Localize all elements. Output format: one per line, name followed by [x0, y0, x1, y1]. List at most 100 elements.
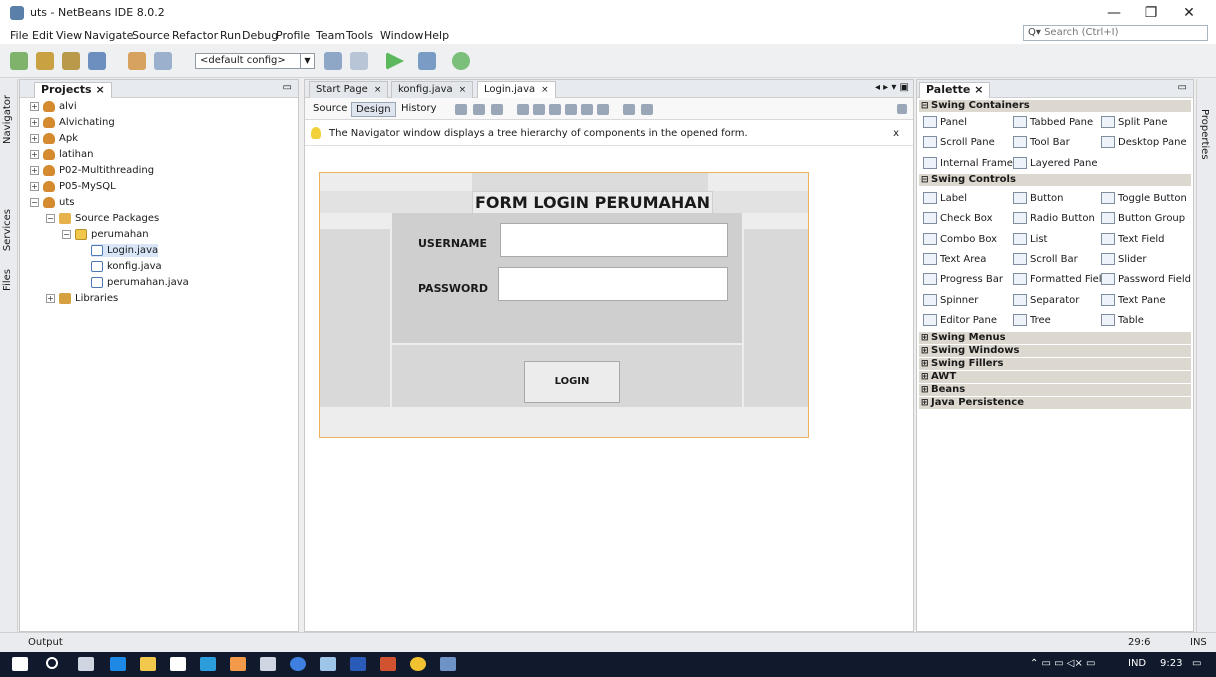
tree-node-konfig-java[interactable]: konfig.java [91, 260, 162, 273]
tab-projects[interactable]: Projects × [34, 82, 112, 98]
run-icon[interactable] [386, 52, 404, 70]
password-field[interactable] [498, 267, 728, 301]
category-swing-fillers[interactable]: Swing Fillers [919, 358, 1191, 370]
category-swing-windows[interactable]: Swing Windows [919, 345, 1191, 357]
menu-run[interactable]: Run [220, 29, 241, 42]
password-label[interactable]: PASSWORD [418, 282, 488, 295]
palette-item-button-group[interactable]: Button Group [1101, 212, 1185, 224]
tree-node-apk[interactable]: + Apk [30, 132, 78, 145]
menu-help[interactable]: Help [424, 29, 449, 42]
palette-item-label[interactable]: Label [923, 192, 967, 204]
edge-icon[interactable] [110, 657, 126, 671]
menu-window[interactable]: Window [380, 29, 423, 42]
tree-node-perumahan-java[interactable]: perumahan.java [91, 276, 189, 289]
category-swing-menus[interactable]: Swing Menus [919, 332, 1191, 344]
search-icon[interactable] [46, 657, 58, 669]
palette-item-list[interactable]: List [1013, 233, 1047, 245]
tab-login-java[interactable]: Login.java × [477, 81, 556, 98]
palette-item-combo-box[interactable]: Combo Box [923, 233, 997, 245]
palette-item-text-field[interactable]: Text Field [1101, 233, 1164, 245]
new-file-icon[interactable] [10, 52, 28, 70]
tab-palette[interactable]: Palette × [919, 82, 991, 98]
tab-properties[interactable]: Properties [1199, 109, 1210, 160]
file-explorer-icon[interactable] [140, 657, 156, 671]
save-all-icon[interactable] [88, 52, 106, 70]
palette-item-formatted-field[interactable]: Formatted Field [1013, 273, 1108, 285]
notes-icon[interactable] [260, 657, 276, 671]
netbeans-taskbar-icon[interactable] [440, 657, 456, 671]
connection-mode-icon[interactable] [473, 104, 485, 115]
login-button[interactable]: LOGIN [524, 361, 620, 403]
align-baseline-icon[interactable] [597, 104, 609, 115]
palette-item-tree[interactable]: Tree [1013, 314, 1051, 326]
palette-item-tool-bar[interactable]: Tool Bar [1013, 136, 1070, 148]
tray-icons[interactable]: ⌃ ▭ ▭ ◁× ▭ [1030, 658, 1096, 669]
align-bottom-icon[interactable] [581, 104, 593, 115]
west-panel[interactable] [320, 229, 390, 407]
category-swing-controls[interactable]: Swing Controls [919, 174, 1191, 186]
redo-icon[interactable] [154, 52, 172, 70]
minimize-icon[interactable]: ▭ [1178, 82, 1187, 93]
palette-item-split-pane[interactable]: Split Pane [1101, 116, 1168, 128]
tree-node-login-java[interactable]: Login.java [91, 244, 159, 257]
notification-icon[interactable]: ▭ [1192, 658, 1201, 669]
palette-item-desktop-pane[interactable]: Desktop Pane [1101, 136, 1187, 148]
design-view-button[interactable]: Design [351, 102, 396, 117]
menu-team[interactable]: Team [316, 29, 345, 42]
palette-item-scroll-bar[interactable]: Scroll Bar [1013, 253, 1078, 265]
menu-profile[interactable]: Profile [276, 29, 310, 42]
build-icon[interactable] [350, 52, 368, 70]
palette-item-scroll-pane[interactable]: Scroll Pane [923, 136, 995, 148]
category-beans[interactable]: Beans [919, 384, 1191, 396]
tab-files[interactable]: Files [2, 269, 13, 291]
language-indicator[interactable]: IND [1128, 658, 1146, 669]
output-tab[interactable]: Output [28, 637, 63, 648]
profile-icon[interactable] [452, 52, 470, 70]
menu-edit[interactable]: Edit [32, 29, 53, 42]
mail-icon[interactable] [200, 657, 216, 671]
align-left-icon[interactable] [517, 104, 529, 115]
menu-debug[interactable]: Debug [242, 29, 278, 42]
minimize-icon[interactable]: ▭ [283, 82, 292, 93]
palette-item-spinner[interactable]: Spinner [923, 294, 978, 306]
app-icon[interactable] [230, 657, 246, 671]
username-field[interactable] [500, 223, 728, 257]
palette-item-editor-pane[interactable]: Editor Pane [923, 314, 997, 326]
close-button[interactable]: ✕ [1175, 3, 1203, 23]
clock[interactable]: 9:23 [1160, 658, 1182, 669]
tab-services[interactable]: Services [2, 209, 13, 251]
debug-icon[interactable] [418, 52, 436, 70]
tree-node-uts[interactable]: − uts [30, 196, 74, 209]
palette-item-layered-pane[interactable]: Layered Pane [1013, 157, 1098, 169]
menu-refactor[interactable]: Refactor [172, 29, 218, 42]
selection-mode-icon[interactable] [455, 104, 467, 115]
category-java-persistence[interactable]: Java Persistence [919, 397, 1191, 409]
tree-node-source-packages[interactable]: − Source Packages [46, 212, 159, 225]
task-view-icon[interactable] [78, 657, 94, 671]
menu-source[interactable]: Source [132, 29, 170, 42]
palette-item-separator[interactable]: Separator [1013, 294, 1079, 306]
palette-item-tabbed-pane[interactable]: Tabbed Pane [1013, 116, 1093, 128]
powerpoint-icon[interactable] [380, 657, 396, 671]
preview-design-icon[interactable] [491, 104, 503, 115]
minimize-button[interactable]: — [1100, 3, 1128, 23]
tree-node-latihan[interactable]: + latihan [30, 148, 93, 161]
undo-icon[interactable] [128, 52, 146, 70]
open-project-icon[interactable] [62, 52, 80, 70]
category-swing-containers[interactable]: Swing Containers [919, 100, 1191, 112]
username-label[interactable]: USERNAME [418, 237, 487, 250]
tree-node-p02[interactable]: + P02-Multithreading [30, 164, 154, 177]
search-input[interactable]: Q▾ Search (Ctrl+I) [1023, 25, 1208, 41]
tree-node-p05[interactable]: + P05-MySQL [30, 180, 116, 193]
menu-tools[interactable]: Tools [346, 29, 373, 42]
tree-node-alvi[interactable]: + alvi [30, 100, 77, 113]
palette-item-password-field[interactable]: Password Field [1101, 273, 1191, 285]
chrome-icon[interactable] [410, 657, 426, 671]
tree-node-package-perumahan[interactable]: − perumahan [62, 228, 149, 241]
close-hint-button[interactable]: x [893, 128, 899, 139]
palette-item-check-box[interactable]: Check Box [923, 212, 993, 224]
palette-item-text-pane[interactable]: Text Pane [1101, 294, 1166, 306]
tab-navigation-icons[interactable]: ◂ ▸ ▾ ▣ [875, 82, 909, 93]
palette-item-text-area[interactable]: Text Area [923, 253, 986, 265]
history-view-button[interactable]: History [397, 102, 441, 115]
